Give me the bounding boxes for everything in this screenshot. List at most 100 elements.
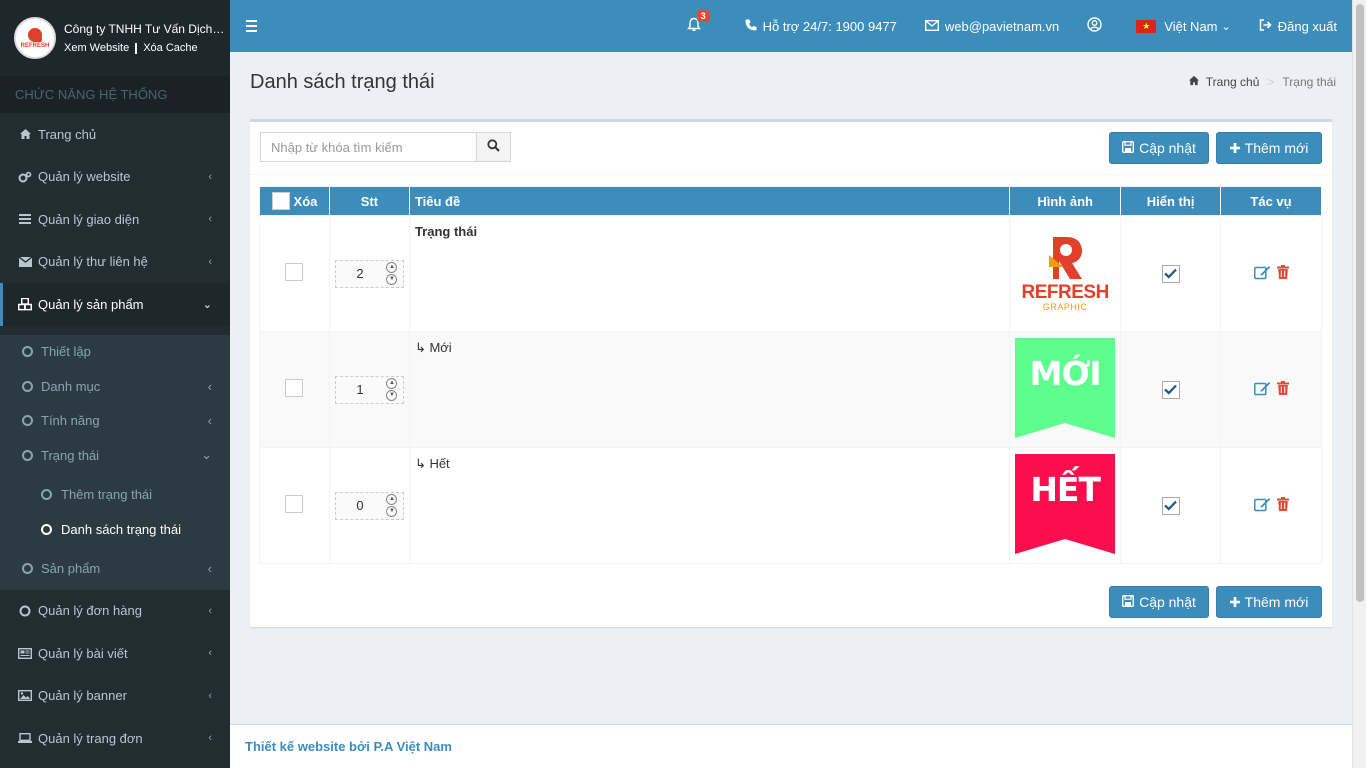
stepper-down-icon[interactable]: ▼ <box>386 506 398 517</box>
cell-order: 0 ▲ ▼ <box>328 447 410 564</box>
chevron-left-icon: ‹ <box>208 604 212 617</box>
header-delete: Xóa <box>259 186 330 216</box>
cell-order: 1 ▲ ▼ <box>328 331 410 448</box>
sidebar-item-label: Quản lý trang đơn <box>38 730 143 746</box>
add-new-button-bottom[interactable]: Thêm mới <box>1216 586 1322 618</box>
email-link[interactable]: web@pavietnam.vn <box>911 0 1073 52</box>
chevron-down-icon: ⌄ <box>1221 20 1231 33</box>
home-icon <box>18 128 32 140</box>
sub-item-label: Sản phẩm <box>41 560 101 576</box>
sidebar-item-label: Quản lý sản phẩm <box>38 296 144 312</box>
image-icon <box>18 690 32 702</box>
sub-item-status-list[interactable]: Danh sách trạng thái <box>0 512 230 547</box>
stepper-up-icon[interactable]: ▲ <box>386 378 398 389</box>
page-title: Danh sách trạng thái <box>250 71 435 93</box>
edit-icon[interactable] <box>1253 381 1271 399</box>
sub-item-features[interactable]: Tính năng ‹ <box>0 404 230 439</box>
chevron-down-icon: ⌄ <box>201 447 212 463</box>
breadcrumb-home[interactable]: Trang chủ <box>1188 75 1260 89</box>
sub-item-settings[interactable]: Thiết lập <box>0 335 230 370</box>
sidebar-item-products[interactable]: Quản lý sản phẩm ⌄ <box>0 283 230 326</box>
breadcrumb-current: Trạng thái <box>1282 75 1336 89</box>
newspaper-icon <box>18 647 32 659</box>
search-button[interactable] <box>477 132 511 162</box>
update-button-bottom[interactable]: Cập nhật <box>1109 586 1209 618</box>
sidebar-item-posts[interactable]: Quản lý bài viết ‹ <box>0 632 230 675</box>
refresh-logo-glyph <box>1049 237 1083 279</box>
logout-button[interactable]: Đăng xuất <box>1245 0 1352 52</box>
sub-item-status[interactable]: Trạng thái ⌄ <box>0 438 230 473</box>
display-checkbox[interactable] <box>1161 264 1180 283</box>
status-image: REFRESH GRAPHIC <box>1015 224 1115 324</box>
header-title: Tiêu đề <box>408 186 1011 216</box>
edit-icon[interactable] <box>1253 497 1271 515</box>
page-scrollbar[interactable] <box>1352 0 1366 768</box>
bars-icon <box>18 214 32 225</box>
sub-item-category[interactable]: Danh mục ‹ <box>0 369 230 404</box>
stepper-down-icon[interactable]: ▼ <box>386 274 398 285</box>
support-text: Hỗ trợ 24/7: 1900 9477 <box>762 18 897 34</box>
chevron-left-icon: ‹ <box>208 255 212 268</box>
cell-title: ↳ Mới <box>408 331 1011 448</box>
sidebar-item-website[interactable]: Quản lý website ‹ <box>0 156 230 199</box>
sidebar-item-pages[interactable]: Quản lý trang đơn ‹ <box>0 717 230 760</box>
support-hotline[interactable]: Hỗ trợ 24/7: 1900 9477 <box>731 0 911 52</box>
vietnam-flag-icon: ★ <box>1136 19 1157 33</box>
circle-icon <box>22 449 33 461</box>
brand-links: Xem Website Xóa Cache <box>64 42 226 54</box>
save-icon <box>1122 594 1139 610</box>
notifications-button[interactable]: 3 <box>673 0 731 52</box>
chevron-left-icon: ‹ <box>208 170 212 183</box>
sub-item-add-status[interactable]: Thêm trạng thái <box>0 477 230 512</box>
footer-credit-link[interactable]: Thiết kế website bởi P.A Việt Nam <box>245 739 452 754</box>
order-stepper[interactable]: 2 ▲ ▼ <box>334 259 404 288</box>
cell-actions <box>1220 447 1322 564</box>
order-stepper[interactable]: 1 ▲ ▼ <box>334 375 404 404</box>
trash-icon[interactable] <box>1276 265 1289 282</box>
update-button[interactable]: Cập nhật <box>1109 132 1209 164</box>
language-selector[interactable]: ★ Việt Nam ⌄ <box>1122 0 1244 52</box>
brand-logo[interactable]: REFRESH <box>14 17 56 59</box>
clear-cache-link[interactable]: Xóa Cache <box>143 42 197 54</box>
save-icon <box>1122 140 1139 156</box>
sidebar-item-banner[interactable]: Quản lý banner ‹ <box>0 675 230 718</box>
plus-icon <box>1229 594 1245 610</box>
trash-icon[interactable] <box>1276 497 1289 514</box>
scrollbar-thumb[interactable] <box>1356 4 1364 602</box>
cell-display <box>1120 331 1222 448</box>
edit-icon[interactable] <box>1253 265 1271 283</box>
search-input[interactable] <box>260 132 477 162</box>
display-checkbox[interactable] <box>1161 496 1180 515</box>
select-all-checkbox[interactable] <box>271 192 290 210</box>
stepper-up-icon[interactable]: ▲ <box>386 494 398 505</box>
chevron-left-icon: ‹ <box>208 689 212 702</box>
row-checkbox[interactable] <box>285 379 304 397</box>
display-checkbox[interactable] <box>1161 380 1180 399</box>
view-website-link[interactable]: Xem Website <box>64 42 129 54</box>
user-profile-button[interactable] <box>1073 0 1122 52</box>
envelope-icon <box>924 19 945 34</box>
trash-icon[interactable] <box>1276 381 1289 398</box>
ribbon-text: HẾT <box>1030 470 1101 509</box>
sidebar-item-home[interactable]: Trang chủ <box>0 113 230 156</box>
sidebar: REFRESH Công ty TNHH Tư Vấn Dịch Vụ P.A … <box>0 0 230 768</box>
sub-item-label: Danh mục <box>41 378 101 394</box>
cogs-icon <box>18 171 32 183</box>
order-stepper[interactable]: 0 ▲ ▼ <box>334 491 404 520</box>
sidebar-item-orders[interactable]: Quản lý đơn hàng ‹ <box>0 590 230 633</box>
circle-icon <box>41 488 52 500</box>
row-checkbox[interactable] <box>285 495 304 513</box>
sidebar-item-contact[interactable]: Quản lý thư liên hệ ‹ <box>0 241 230 284</box>
search-icon <box>487 139 500 155</box>
row-checkbox[interactable] <box>285 263 304 281</box>
cell-title: Trạng thái <box>408 215 1011 332</box>
phone-icon <box>745 19 763 34</box>
add-new-button[interactable]: Thêm mới <box>1216 132 1322 164</box>
sidebar-toggle-icon[interactable] <box>230 19 272 34</box>
stepper-up-icon[interactable]: ▲ <box>386 262 398 273</box>
breadcrumb-home-label: Trang chủ <box>1205 75 1260 89</box>
sub-item-products[interactable]: Sản phẩm ‹ <box>0 547 230 590</box>
sidebar-item-label: Quản lý banner <box>38 688 127 704</box>
sidebar-item-theme[interactable]: Quản lý giao diện ‹ <box>0 198 230 241</box>
stepper-down-icon[interactable]: ▼ <box>386 390 398 401</box>
